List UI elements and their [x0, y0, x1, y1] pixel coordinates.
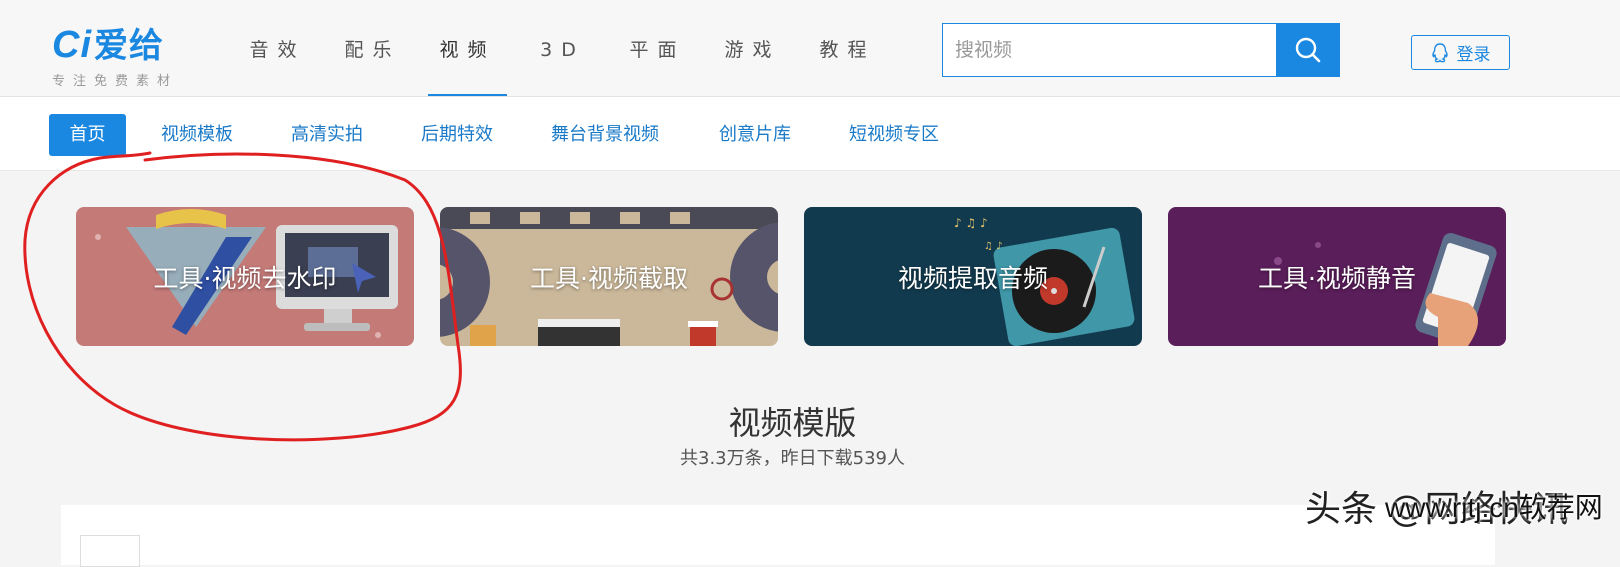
- login-button[interactable]: 登录: [1411, 35, 1510, 70]
- subnav-item-video-template[interactable]: 视频模板: [161, 114, 233, 156]
- search-bar: [942, 23, 1340, 77]
- watermark-url: www.rjtj.cn软荐网: [1385, 492, 1603, 523]
- section-subtitle: 共3.3万条，昨日下载539人: [680, 448, 905, 469]
- logo-mark: Ci爱给: [52, 18, 164, 67]
- subnav-item-stage-background[interactable]: 舞台背景视频: [551, 114, 659, 156]
- top-nav: 音效 配乐 视频 3D 平面 游戏 教程: [230, 0, 895, 96]
- tool-card-mute-video[interactable]: 工具·视频静音: [1168, 207, 1506, 346]
- tool-card-label: 工具·视频去水印: [153, 263, 337, 293]
- nav-item-music[interactable]: 配乐: [325, 0, 420, 96]
- tool-card-label: 工具·视频静音: [1258, 263, 1416, 293]
- logo-ci: Ci: [52, 24, 92, 66]
- search-icon: [1295, 37, 1321, 63]
- qq-penguin-icon: [1431, 42, 1448, 62]
- section-title: 视频模版: [728, 404, 857, 442]
- site-logo[interactable]: Ci爱给 专注免费素材: [52, 18, 202, 89]
- tool-card-label: 工具·视频截取: [530, 263, 688, 293]
- tool-card-extract-audio[interactable]: ♪ ♫ ♪ ♫ ♪ 视频提取音频: [804, 207, 1142, 346]
- nav-item-tutorial[interactable]: 教程: [800, 0, 895, 96]
- search-input[interactable]: [942, 23, 1276, 77]
- site-header: Ci爱给 专注免费素材 音效 配乐 视频 3D 平面 游戏 教程 登录: [0, 0, 1620, 97]
- subnav-item-short-video[interactable]: 短视频专区: [849, 114, 939, 156]
- search-button[interactable]: [1276, 23, 1340, 77]
- subnav-item-post-effects[interactable]: 后期特效: [421, 114, 493, 156]
- tool-card-label: 视频提取音频: [897, 263, 1048, 293]
- tool-card-video-clip[interactable]: 工具·视频截取: [440, 207, 778, 346]
- logo-name: 爱给: [94, 26, 164, 66]
- watermark: 头条 @网络快讯 www.rjtj.cn软荐网: [1305, 480, 1603, 532]
- nav-item-3d[interactable]: 3D: [515, 0, 610, 96]
- nav-item-sound[interactable]: 音效: [230, 0, 325, 96]
- nav-item-video[interactable]: 视频: [420, 0, 515, 96]
- logo-slogan: 专注免费素材: [52, 74, 179, 89]
- nav-item-game[interactable]: 游戏: [705, 0, 800, 96]
- tool-card-remove-watermark[interactable]: 工具·视频去水印: [76, 207, 414, 346]
- content-thumbnail[interactable]: [80, 535, 140, 567]
- subnav-item-hd-footage[interactable]: 高清实拍: [291, 114, 363, 156]
- subnav-item-creative-library[interactable]: 创意片库: [719, 114, 791, 156]
- nav-item-graphic[interactable]: 平面: [610, 0, 705, 96]
- subnav-item-home[interactable]: 首页: [49, 114, 126, 156]
- content-panel: [61, 505, 1495, 565]
- login-label: 登录: [1456, 45, 1491, 65]
- sub-nav: 首页 视频模板 高清实拍 后期特效 舞台背景视频 创意片库 短视频专区: [0, 97, 1620, 171]
